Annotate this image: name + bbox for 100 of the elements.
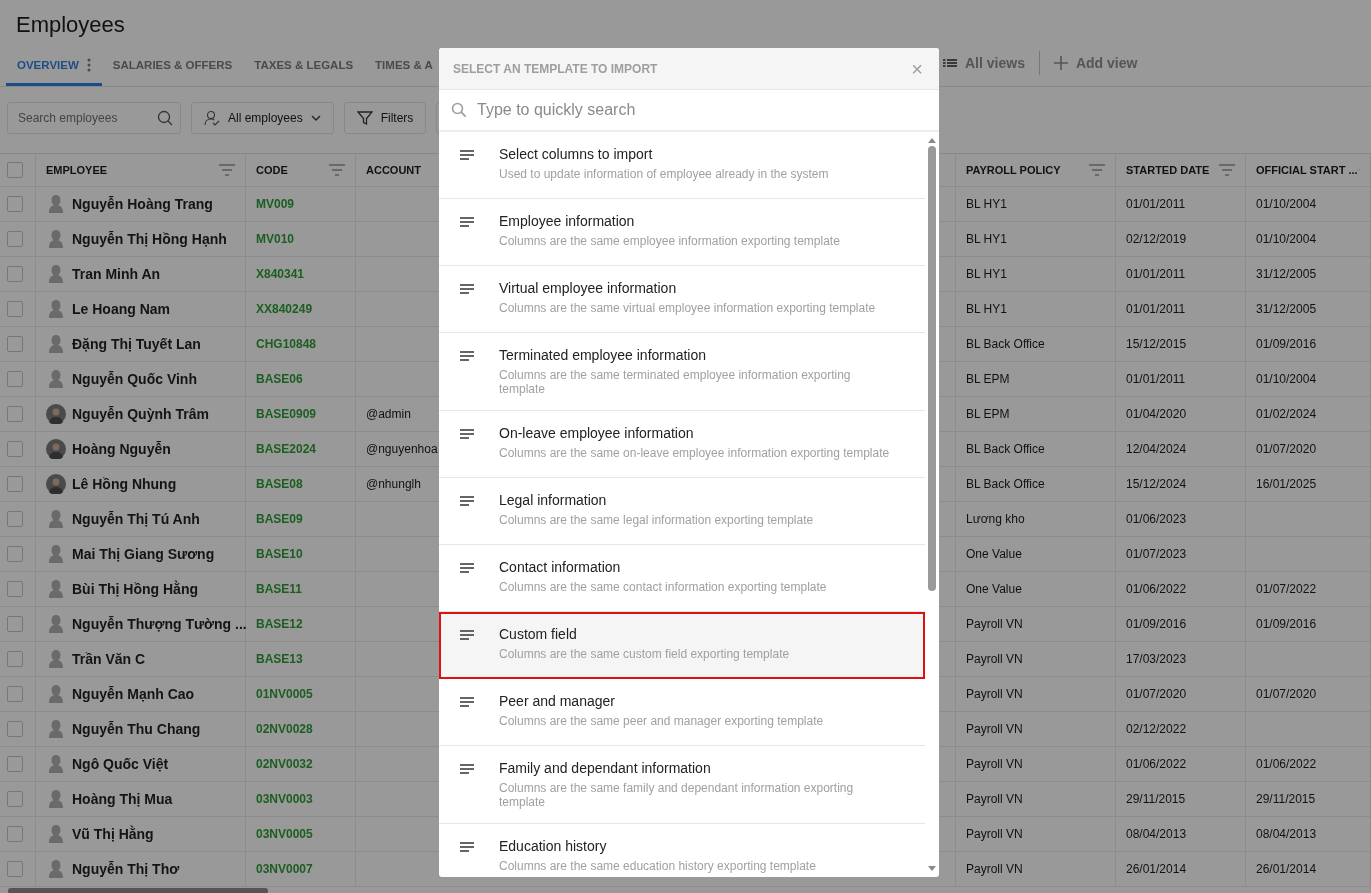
table-cell: BL HY1 (966, 302, 1007, 316)
table-cell: 02/12/2022 (1126, 722, 1187, 736)
column-header: EMPLOYEE (46, 164, 108, 176)
employee-code: 03NV0003 (256, 792, 313, 806)
template-option[interactable]: Employee information Columns are the same employee information exporting template (439, 199, 925, 266)
table-cell: 01/10/2004 (1256, 197, 1317, 211)
employee-code: XX840249 (256, 302, 313, 316)
employee-name[interactable]: Vũ Thị Hằng (72, 826, 154, 842)
column-header: STARTED DATE (1126, 164, 1210, 176)
employee-name[interactable]: Hoàng Thị Mua (72, 791, 173, 807)
employee-name[interactable]: Hoàng Nguyễn (72, 441, 171, 457)
table-cell: 01/02/2024 (1256, 407, 1317, 421)
table-cell: 02/12/2019 (1126, 232, 1187, 246)
table-cell: 01/10/2004 (1256, 232, 1317, 246)
employee-name[interactable]: Nguyễn Quốc Vinh (72, 371, 197, 387)
table-cell: 01/06/2023 (1126, 512, 1187, 526)
employee-name[interactable]: Nguyễn Thị Hồng Hạnh (72, 231, 227, 247)
employee-code: 03NV0007 (256, 862, 313, 876)
table-cell: 01/06/2022 (1126, 582, 1187, 596)
template-option[interactable]: On-leave employee information Columns are the same on-leave employee information exporting template (439, 411, 925, 478)
employee-name[interactable]: Tran Minh An (72, 266, 161, 282)
page-title: Employees (16, 12, 125, 37)
template-option[interactable]: Family and dependant information Columns are the same family and dependant information exporting template (439, 746, 925, 824)
employee-name[interactable]: Nguyễn Mạnh Cao (72, 686, 195, 702)
employee-name[interactable]: Ngô Quốc Việt (72, 756, 169, 772)
table-cell: 08/04/2013 (1126, 827, 1187, 841)
table-cell: 01/01/2011 (1126, 372, 1186, 386)
employee-code: MV009 (256, 197, 295, 211)
table-cell: 01/06/2022 (1256, 757, 1317, 771)
table-cell: 01/10/2004 (1256, 372, 1317, 386)
table-cell: 15/12/2015 (1126, 337, 1187, 351)
table-cell: Payroll VN (966, 722, 1023, 736)
table-cell: 01/07/2022 (1256, 582, 1317, 596)
table-cell: 01/09/2016 (1126, 617, 1187, 631)
employee-name[interactable]: Le Hoang Nam (72, 301, 170, 317)
employee-code: BASE2024 (256, 442, 317, 456)
employee-code: 02NV0028 (256, 722, 313, 736)
table-cell: Lương kho (966, 512, 1025, 526)
table-cell: 01/07/2020 (1256, 687, 1317, 701)
table-cell: 29/11/2015 (1126, 792, 1186, 806)
table-cell: 08/04/2013 (1256, 827, 1317, 841)
table-cell: Payroll VN (966, 652, 1023, 666)
table-cell: 01/09/2016 (1256, 337, 1317, 351)
employee-code: BASE10 (256, 547, 303, 561)
employee-name[interactable]: Nguyễn Quỳnh Trâm (72, 406, 209, 422)
employee-code: BASE12 (256, 617, 303, 631)
table-cell: 01/01/2011 (1126, 197, 1186, 211)
employee-code: BASE09 (256, 512, 303, 526)
employee-name[interactable]: Nguyễn Thu Chang (72, 721, 201, 737)
table-cell: 01/07/2023 (1126, 547, 1187, 561)
employee-name[interactable]: Đặng Thị Tuyết Lan (72, 336, 201, 352)
employee-name[interactable]: Nguyễn Thị Thơ (72, 861, 180, 877)
column-header: ACCOUNT (366, 164, 421, 176)
template-option[interactable]: Custom field Columns are the same custom field exporting template (439, 612, 925, 679)
template-option[interactable]: Terminated employee information Columns are the same terminated employee information exporting template (439, 333, 925, 411)
table-cell: BL Back Office (966, 477, 1045, 491)
employee-code: X840341 (256, 267, 305, 281)
employee-code: 03NV0005 (256, 827, 313, 841)
template-option[interactable]: Education history Columns are the same education history exporting template (439, 824, 925, 877)
table-cell: 15/12/2024 (1126, 477, 1187, 491)
table-cell: 26/01/2014 (1126, 862, 1187, 876)
table-cell: Payroll VN (966, 792, 1023, 806)
column-header: CODE (256, 164, 288, 176)
table-cell: 01/04/2020 (1126, 407, 1187, 421)
table-cell: 12/04/2024 (1126, 442, 1187, 456)
table-cell: 01/01/2011 (1126, 267, 1186, 281)
table-cell: 17/03/2023 (1126, 652, 1187, 666)
employee-scope-dropdown[interactable]: All employees (191, 102, 334, 134)
employee-name[interactable]: Lê Hồng Nhung (72, 476, 177, 492)
table-cell: BL EPM (966, 407, 1010, 421)
template-option[interactable]: Legal information Columns are the same legal information exporting template (439, 478, 925, 545)
employee-name[interactable]: Bùi Thị Hồng Hằng (72, 581, 198, 597)
table-cell: @nhunglh (366, 477, 421, 491)
table-cell: One Value (966, 582, 1022, 596)
table-cell: 01/01/2011 (1126, 302, 1186, 316)
employee-name[interactable]: Nguyễn Hoàng Trang (72, 196, 213, 212)
search-field[interactable]: Search employees (7, 102, 181, 134)
employee-name[interactable]: Nguyễn Thị Tú Anh (72, 511, 200, 527)
employee-name[interactable]: Nguyễn Thượng Tường ... (72, 616, 247, 632)
table-cell: BL HY1 (966, 197, 1007, 211)
employee-code: BASE11 (256, 582, 303, 596)
table-cell: Payroll VN (966, 862, 1023, 876)
table-cell: BL Back Office (966, 442, 1045, 456)
employee-name[interactable]: Trần Văn C (72, 651, 146, 667)
filters-button[interactable]: Filters (343, 102, 427, 134)
dialog-title: SELECT AN TEMPLATE TO IMPORT (453, 61, 658, 76)
table-cell: BL EPM (966, 372, 1010, 386)
table-cell: 16/01/2025 (1256, 477, 1317, 491)
table-cell: 29/11/2015 (1256, 792, 1316, 806)
template-option[interactable]: Peer and manager Columns are the same peer and manager exporting template (439, 679, 925, 746)
table-cell: Payroll VN (966, 757, 1023, 771)
column-header: PAYROLL POLICY (966, 164, 1061, 176)
employee-code: 02NV0032 (256, 757, 313, 771)
template-option[interactable]: Virtual employee information Columns are the same virtual employee information exporting template (439, 266, 925, 333)
table-cell: @nguyenhoa (366, 442, 438, 456)
template-option[interactable]: Select columns to import Used to update information of employee already in the system (439, 132, 925, 199)
employee-name[interactable]: Mai Thị Giang Sương (72, 546, 215, 562)
table-cell: 31/12/2005 (1256, 302, 1317, 316)
table-cell: 26/01/2014 (1256, 862, 1317, 876)
column-header: OFFICIAL START ... (1256, 164, 1358, 176)
